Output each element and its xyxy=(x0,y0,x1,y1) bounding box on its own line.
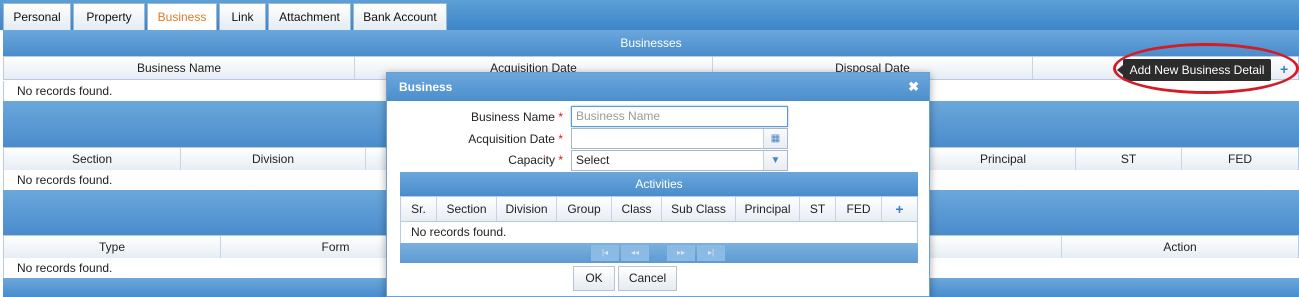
col-section[interactable]: Section xyxy=(437,197,497,221)
tab-link[interactable]: Link xyxy=(219,3,266,30)
required-mark: * xyxy=(558,110,563,124)
tab-property[interactable]: Property xyxy=(73,3,145,30)
tab-attachment[interactable]: Attachment xyxy=(268,3,351,30)
col-st[interactable]: ST xyxy=(1076,148,1182,170)
prev-page-icon[interactable]: ◂◂ xyxy=(621,245,649,261)
business-name-label-text: Business Name xyxy=(470,110,555,124)
business-name-input[interactable]: Business Name xyxy=(571,106,788,127)
col-division[interactable]: Division xyxy=(497,197,557,221)
cancel-button[interactable]: Cancel xyxy=(618,266,677,291)
tab-business[interactable]: Business xyxy=(147,3,217,30)
businesses-header: Businesses xyxy=(3,30,1299,56)
col-fed[interactable]: FED xyxy=(1182,148,1298,170)
tab-bank-account[interactable]: Bank Account xyxy=(353,3,447,30)
calendar-icon[interactable]: ▦ xyxy=(763,129,787,148)
dialog-title: Business xyxy=(387,73,929,101)
col-sub-class[interactable]: Sub Class xyxy=(662,197,736,221)
pager: |◂ ◂◂ ▸▸ ▸| xyxy=(400,243,918,263)
business-dialog: Business ✖ Business Name * Business Name… xyxy=(386,72,930,297)
acquisition-date-input[interactable]: ▦ xyxy=(571,128,788,149)
last-page-icon[interactable]: ▸| xyxy=(697,245,725,261)
col-action[interactable]: Action xyxy=(1061,236,1298,258)
col-class[interactable]: Class xyxy=(612,197,662,221)
highlight-ellipse xyxy=(1113,43,1299,94)
col-group[interactable]: Group xyxy=(557,197,612,221)
acquisition-date-label: Acquisition Date * xyxy=(393,129,563,149)
capacity-select[interactable]: Select ▼ xyxy=(571,150,788,171)
next-page-icon[interactable]: ▸▸ xyxy=(667,245,695,261)
tab-bar: Personal Property Business Link Attachme… xyxy=(0,0,1299,30)
col-sr[interactable]: Sr. xyxy=(401,197,437,221)
capacity-label: Capacity * xyxy=(393,150,563,170)
dialog-activities-header: Sr. Section Division Group Class Sub Cla… xyxy=(400,196,918,222)
capacity-value: Select xyxy=(576,153,610,167)
required-mark: * xyxy=(558,153,563,167)
ok-button[interactable]: OK xyxy=(573,266,615,291)
capacity-label-text: Capacity xyxy=(508,153,555,167)
col-section[interactable]: Section xyxy=(4,148,181,170)
activities-title: Activities xyxy=(400,172,918,196)
tab-personal[interactable]: Personal xyxy=(3,3,71,30)
acquisition-date-label-text: Acquisition Date xyxy=(468,132,555,146)
col-st[interactable]: ST xyxy=(800,197,836,221)
business-name-placeholder: Business Name xyxy=(576,109,661,123)
col-fed[interactable]: FED xyxy=(836,197,882,221)
dialog-activities-empty: No records found. xyxy=(400,222,918,243)
chevron-down-icon[interactable]: ▼ xyxy=(763,151,787,170)
business-name-label: Business Name * xyxy=(393,107,563,127)
col-type[interactable]: Type xyxy=(4,236,221,258)
add-activity-icon[interactable]: + xyxy=(882,197,917,221)
first-page-icon[interactable]: |◂ xyxy=(591,245,619,261)
col-principal[interactable]: Principal xyxy=(736,197,800,221)
required-mark: * xyxy=(558,132,563,146)
col-principal[interactable]: Principal xyxy=(931,148,1076,170)
close-icon[interactable]: ✖ xyxy=(908,73,919,101)
col-business-name[interactable]: Business Name xyxy=(4,57,355,79)
col-division[interactable]: Division xyxy=(181,148,366,170)
